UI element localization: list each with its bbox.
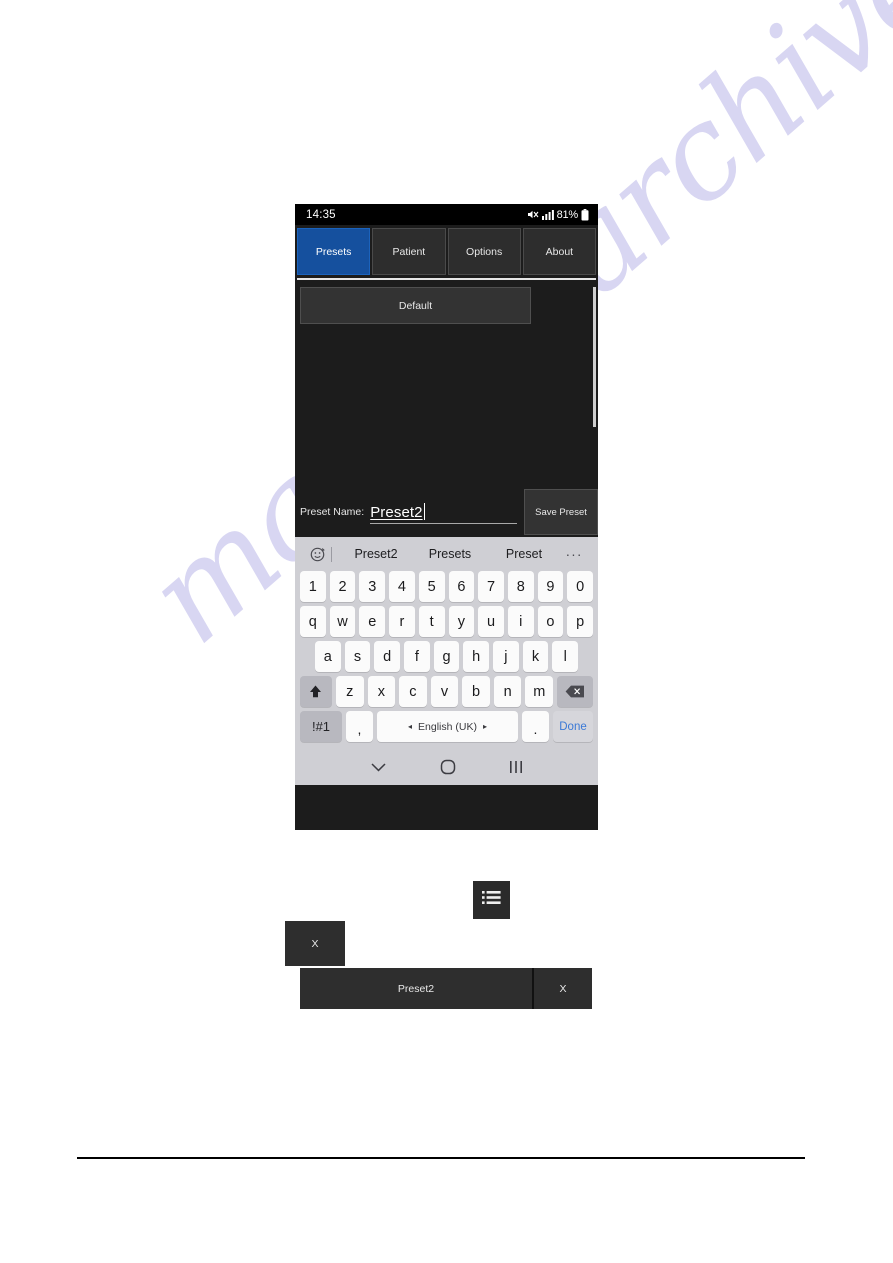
key-l[interactable]: l (552, 641, 579, 672)
key-7[interactable]: 7 (478, 571, 504, 602)
list-icon-button[interactable] (473, 881, 510, 919)
suggestion-separator (331, 546, 332, 562)
key-i[interactable]: i (507, 606, 534, 637)
footer-rule (77, 1157, 805, 1159)
list-icon (482, 890, 501, 910)
on-screen-keyboard: Preset2 Presets Preset ··· 1 2 3 4 5 6 7… (295, 537, 598, 749)
signal-bars-icon (541, 209, 554, 220)
key-8[interactable]: 8 (507, 571, 534, 602)
key-a[interactable]: a (314, 641, 341, 672)
key-t[interactable]: t (418, 606, 445, 637)
tab-patient[interactable]: Patient (372, 228, 446, 275)
preset-name-input[interactable]: Preset2 (370, 500, 517, 524)
save-preset-button[interactable]: Save Preset (524, 489, 598, 535)
emoji-sticker-icon[interactable] (306, 546, 328, 563)
suggestion-1[interactable]: Preset2 (339, 547, 413, 561)
key-y[interactable]: y (448, 606, 475, 637)
key-s[interactable]: s (344, 641, 371, 672)
key-u[interactable]: u (478, 606, 504, 637)
suggestion-3[interactable]: Preset (487, 547, 561, 561)
battery-icon (581, 208, 589, 221)
space-key[interactable]: ◂ English (UK) ▸ (377, 711, 518, 742)
key-2[interactable]: 2 (329, 571, 356, 602)
key-b[interactable]: b (462, 676, 490, 707)
suggestions-more-icon[interactable]: ··· (561, 546, 587, 562)
key-6[interactable]: 6 (448, 571, 475, 602)
space-next-lang-icon[interactable]: ▸ (483, 722, 487, 731)
backspace-icon[interactable] (557, 676, 594, 707)
chevron-down-icon[interactable] (370, 762, 387, 773)
comma-key[interactable]: , (346, 711, 373, 742)
recents-bars-icon[interactable] (509, 760, 523, 774)
key-f[interactable]: f (404, 641, 430, 672)
preset-row-delete-button[interactable]: X (532, 968, 592, 1009)
key-0[interactable]: 0 (567, 571, 594, 602)
key-5[interactable]: 5 (418, 571, 445, 602)
delete-preset-button[interactable]: X (285, 921, 345, 966)
key-q[interactable]: q (299, 606, 326, 637)
key-h[interactable]: h (463, 641, 490, 672)
keyboard-row-bottom: !#1 , ◂ English (UK) ▸ . Done (298, 711, 595, 742)
period-key[interactable]: . (522, 711, 549, 742)
key-k[interactable]: k (522, 641, 549, 672)
mute-icon (527, 209, 539, 220)
page-root: manualsarchive.com 14:35 81% Presets Pa (0, 0, 893, 1263)
key-j[interactable]: j (493, 641, 519, 672)
status-bar: 14:35 81% (295, 204, 598, 225)
key-z[interactable]: z (335, 676, 364, 707)
key-d[interactable]: d (374, 641, 400, 672)
key-n[interactable]: n (493, 676, 522, 707)
key-p[interactable]: p (567, 606, 594, 637)
battery-percent: 81% (556, 208, 579, 221)
keyboard-row-qwerty: q w e r t y u i o p (298, 606, 595, 637)
symbols-key[interactable]: !#1 (300, 711, 342, 742)
key-m[interactable]: m (525, 676, 554, 707)
preset-row-name[interactable]: Preset2 (300, 968, 532, 1009)
key-e[interactable]: e (359, 606, 386, 637)
circle-home-icon[interactable] (440, 759, 456, 775)
key-v[interactable]: v (430, 676, 459, 707)
preset-list-scrollbar-thumb[interactable] (593, 287, 596, 427)
shift-key[interactable] (299, 676, 332, 707)
key-w[interactable]: w (329, 606, 356, 637)
key-o[interactable]: o (537, 606, 564, 637)
android-nav-bar (295, 749, 598, 785)
key-3[interactable]: 3 (359, 571, 386, 602)
suggestion-2[interactable]: Presets (413, 547, 487, 561)
status-icons: 81% (527, 208, 589, 221)
keyboard-row-numbers: 1 2 3 4 5 6 7 8 9 0 (298, 571, 595, 602)
space-key-label: English (UK) (418, 720, 477, 733)
phone-screenshot: 14:35 81% Presets Patient Options About (295, 204, 598, 830)
space-prev-lang-icon[interactable]: ◂ (408, 722, 412, 731)
preset-name-row: Preset Name: Preset2 Save Preset (295, 487, 598, 537)
preset-list: Default (295, 280, 598, 487)
preset-name-label: Preset Name: (300, 506, 365, 518)
tab-options[interactable]: Options (447, 228, 521, 275)
keyboard-row-zxcv: z x c v b n m (298, 676, 595, 707)
status-clock: 14:35 (306, 208, 336, 221)
suggestion-bar: Preset2 Presets Preset ··· (298, 537, 595, 571)
key-x[interactable]: x (367, 676, 396, 707)
preset-name-value: Preset2 (370, 504, 423, 521)
key-r[interactable]: r (389, 606, 415, 637)
tab-about[interactable]: About (522, 228, 596, 275)
done-key[interactable]: Done (553, 711, 593, 742)
preset-row-with-delete: Preset2 X (300, 968, 592, 1009)
tab-presets[interactable]: Presets (297, 228, 371, 275)
tab-bar: Presets Patient Options About (295, 225, 598, 278)
keyboard-row-asdf: a s d f g h j k l (298, 641, 595, 672)
key-4[interactable]: 4 (389, 571, 415, 602)
key-c[interactable]: c (399, 676, 427, 707)
preset-list-item-default[interactable]: Default (300, 287, 531, 324)
key-1[interactable]: 1 (299, 571, 326, 602)
key-9[interactable]: 9 (537, 571, 564, 602)
key-g[interactable]: g (433, 641, 460, 672)
text-caret (423, 503, 425, 520)
